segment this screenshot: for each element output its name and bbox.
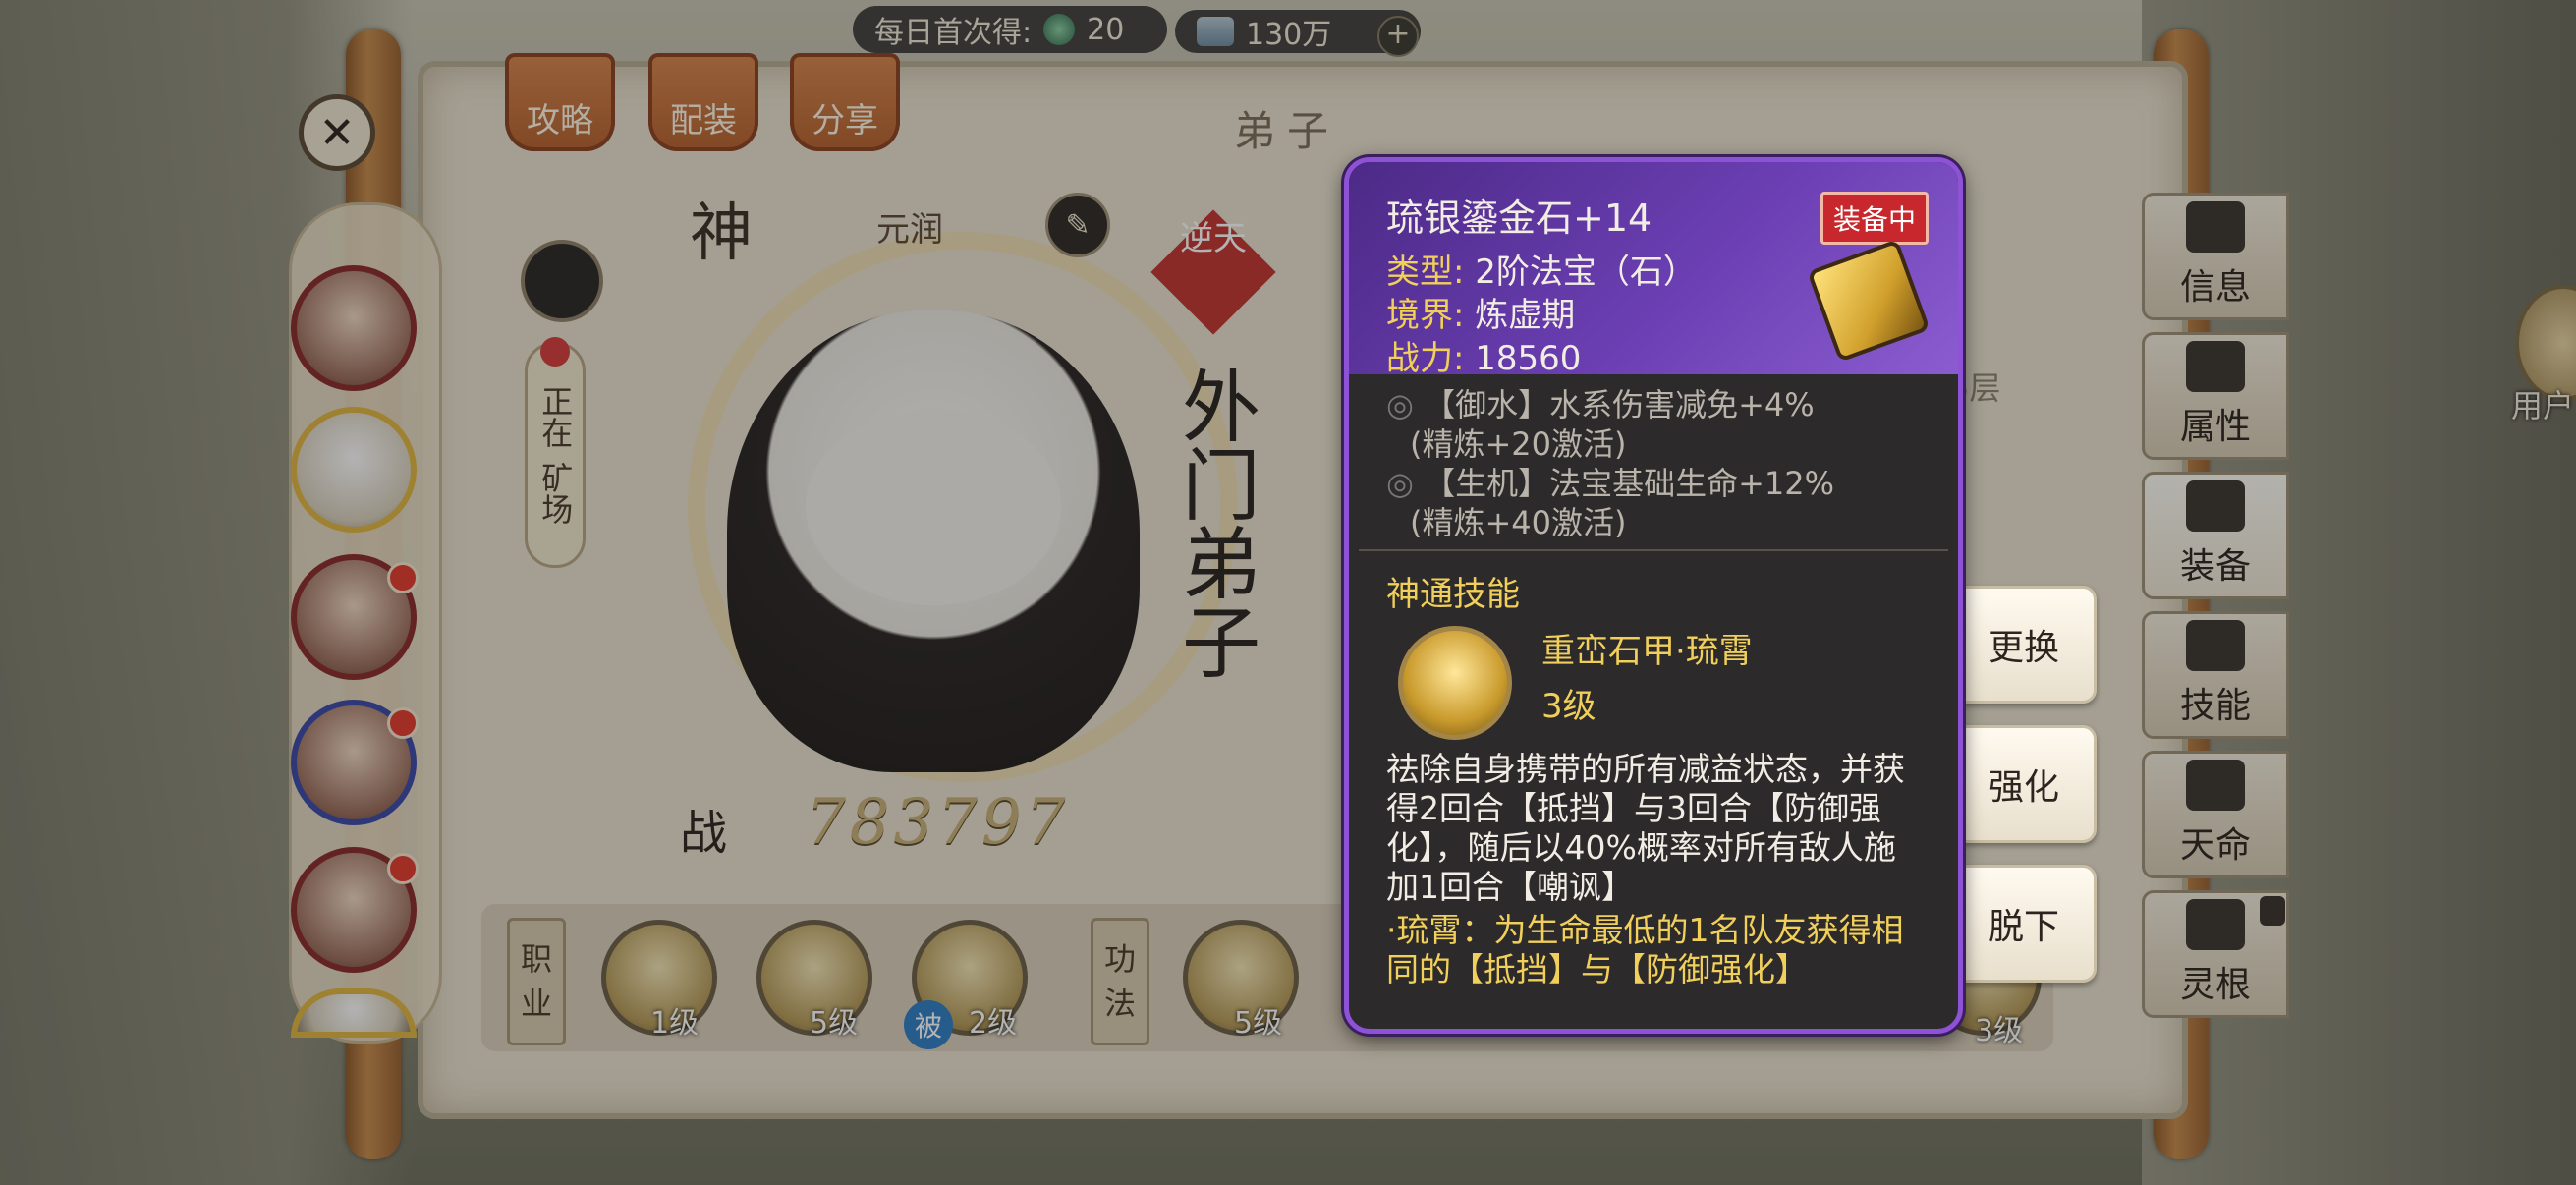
type-row: 类型: 2阶法宝（石） [1386, 245, 1697, 293]
type-label: 类型: [1386, 253, 1465, 292]
skill-name: 重峦石甲·琉霄 [1541, 632, 1753, 671]
power-label-tip: 战力: [1386, 339, 1465, 378]
realm-row: 境界: 炼虚期 [1386, 288, 1575, 336]
item-tooltip: 琉银鎏金石+14 装备中 类型: 2阶法宝（石） 境界: 炼虚期 战力: 185… [1344, 157, 1963, 1034]
enhance-button[interactable]: 强化 [1951, 725, 2097, 843]
skill-level-text: 3级 [1541, 687, 1596, 726]
effect-2-text: 【生机】法宝基础生命+12% [1424, 465, 1835, 502]
effect-1-text: 【御水】水系伤害减免+4% [1424, 386, 1815, 423]
skill-extra: ·琉霄：为生命最低的1名队友获得相同的【抵挡】与【防御强化】 [1386, 911, 1904, 988]
unequip-button[interactable]: 脱下 [1951, 865, 2097, 983]
item-power-value: 18560 [1475, 339, 1582, 378]
divider [1359, 549, 1948, 551]
power-row: 战力: 18560 [1386, 331, 1581, 379]
type-value: 2阶法宝（石） [1475, 253, 1697, 292]
modal-dim [0, 0, 2576, 1185]
item-name: 琉银鎏金石+14 [1386, 197, 1652, 240]
realm-value: 炼虚期 [1475, 296, 1576, 335]
skill-icon [1398, 626, 1512, 740]
effect-2-note: (精炼+40激活) [1410, 504, 1627, 541]
section-title: 神通技能 [1386, 575, 1520, 614]
replace-button[interactable]: 更换 [1951, 586, 2097, 704]
skill-description: 祛除自身携带的所有减益状态，并获得2回合【抵挡】与3回合【防御强化】，随后以40… [1386, 750, 1905, 906]
realm-label: 境界: [1386, 296, 1465, 335]
equipped-badge: 装备中 [1820, 192, 1930, 245]
